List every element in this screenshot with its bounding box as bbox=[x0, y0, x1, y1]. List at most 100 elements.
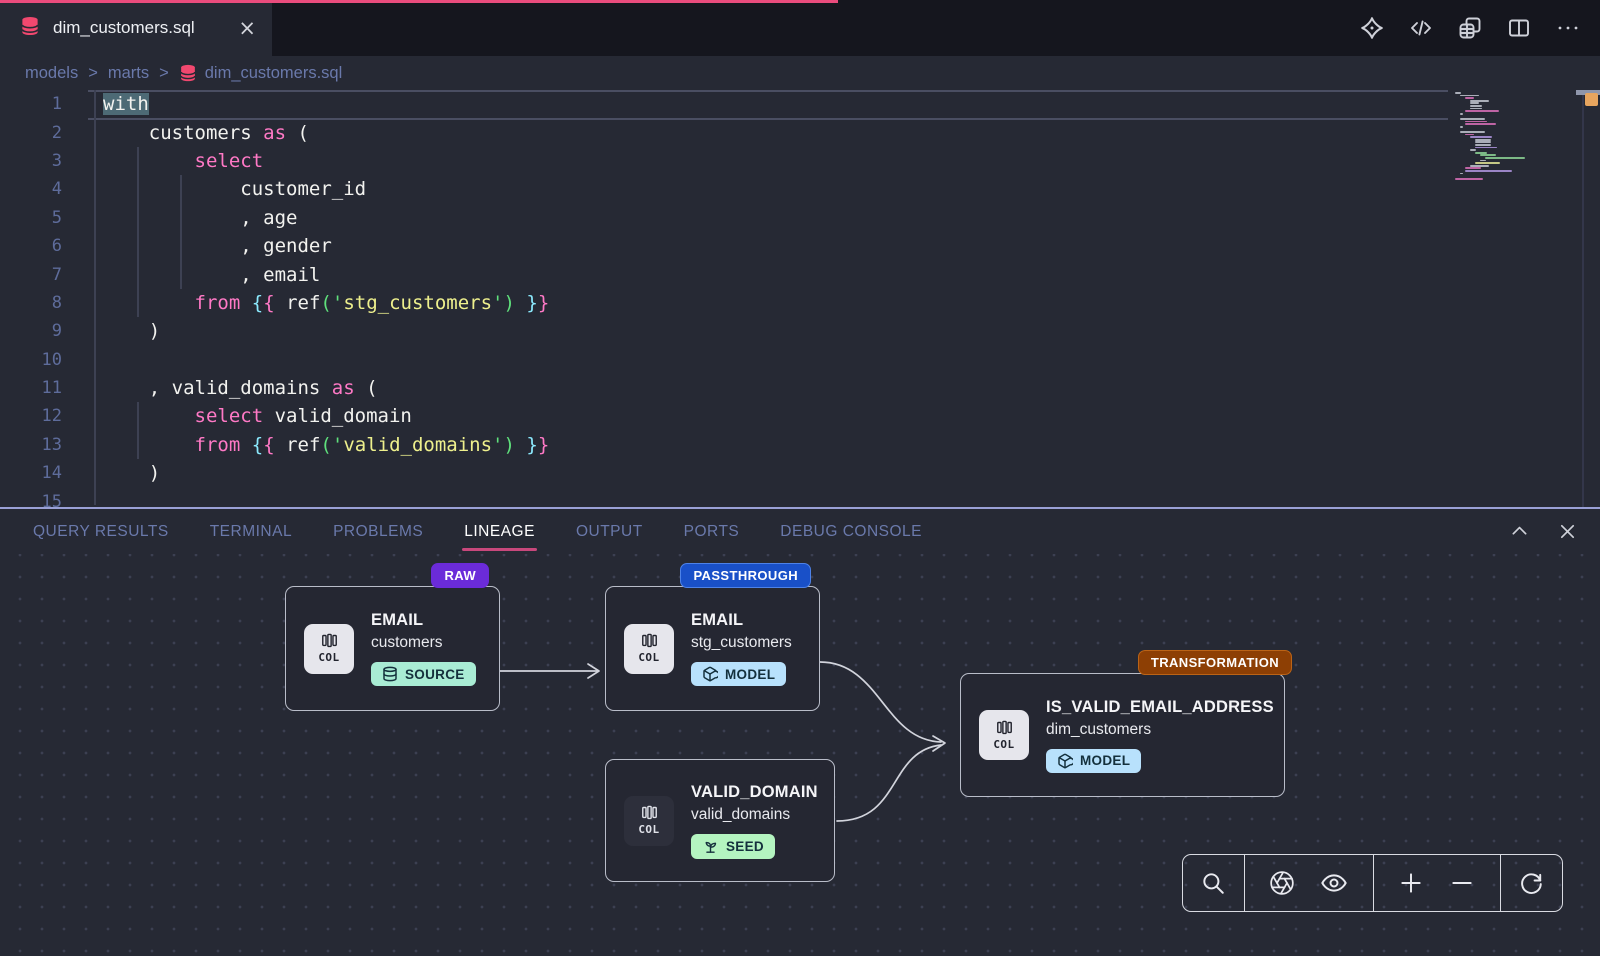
node-column-name: VALID_DOMAIN bbox=[691, 783, 818, 802]
breadcrumb-label: dim_customers.sql bbox=[205, 64, 343, 83]
line-number: 8 bbox=[0, 293, 62, 313]
resource-label: MODEL bbox=[725, 667, 775, 682]
syntax-token: as bbox=[332, 377, 355, 399]
line-content: from {{ ref('stg_customers') }} bbox=[62, 292, 549, 314]
resource-badge-model: MODEL bbox=[1046, 749, 1141, 773]
syntax-token: ' bbox=[492, 434, 503, 456]
syntax-token: ' bbox=[332, 292, 343, 314]
toolbar-group bbox=[1183, 855, 1245, 911]
plus-button[interactable] bbox=[1398, 870, 1424, 896]
line-content: select bbox=[62, 150, 263, 172]
cube-icon bbox=[1057, 753, 1073, 769]
eye-button[interactable] bbox=[1320, 869, 1348, 897]
active-tab-accent bbox=[0, 0, 838, 3]
more-icon[interactable] bbox=[1556, 16, 1580, 40]
node-model-name: stg_customers bbox=[691, 634, 792, 652]
lineage-node-stg_customers[interactable]: PASSTHROUGHCOLEMAILstg_customersMODEL bbox=[605, 586, 820, 711]
node-model-name: dim_customers bbox=[1046, 721, 1151, 739]
aperture-button[interactable] bbox=[1269, 870, 1295, 896]
code-line-10: 10 bbox=[0, 346, 1600, 374]
line-number: 9 bbox=[0, 321, 62, 341]
panel-tab-debug-console[interactable]: DEBUG CONSOLE bbox=[780, 523, 922, 541]
lineage-canvas[interactable]: RAWCOLEMAILcustomersSOURCE PASSTHROUGH COL… bbox=[0, 554, 1600, 956]
code-line-11: 11 , valid_domains as ( bbox=[0, 374, 1600, 402]
code-editor[interactable]: 1with2 customers as (3 select4 customer_… bbox=[0, 90, 1600, 507]
panel-tab-query-results[interactable]: QUERY RESULTS bbox=[33, 523, 169, 541]
cube-icon bbox=[702, 666, 718, 682]
syntax-token: from bbox=[195, 292, 241, 314]
panel-collapse-icon[interactable] bbox=[1509, 521, 1530, 542]
tab-title: dim_customers.sql bbox=[53, 18, 195, 38]
lineage-zoom-toolbar bbox=[1182, 854, 1563, 912]
node-text: EMAILstg_customersMODEL bbox=[691, 611, 792, 686]
lineage-node-customers[interactable]: RAWCOLEMAILcustomersSOURCE bbox=[285, 586, 500, 711]
breadcrumb-separator: > bbox=[159, 64, 169, 83]
line-content: with bbox=[62, 93, 149, 115]
code-line-8: 8 from {{ ref('stg_customers') }} bbox=[0, 289, 1600, 317]
code-icon[interactable] bbox=[1409, 16, 1433, 40]
panel-close-icon[interactable] bbox=[1557, 521, 1578, 542]
syntax-token: , gender bbox=[103, 235, 332, 257]
status-badge-raw: RAW bbox=[431, 563, 489, 588]
panel-tab-lineage[interactable]: LINEAGE bbox=[464, 523, 535, 541]
column-icon: COL bbox=[979, 710, 1029, 760]
col-label: COL bbox=[993, 738, 1014, 751]
toolbar-group bbox=[1374, 855, 1501, 911]
code-line-2: 2 customers as ( bbox=[0, 118, 1600, 146]
syntax-token: { bbox=[263, 434, 274, 456]
app-window: dim_customers.sql × models > marts > dim_cu… bbox=[0, 0, 1600, 956]
syntax-token: { bbox=[263, 292, 274, 314]
dbt-logo-icon[interactable] bbox=[1360, 16, 1384, 40]
breadcrumb-item-models[interactable]: models bbox=[25, 64, 78, 83]
copy-table-icon[interactable] bbox=[1458, 16, 1482, 40]
col-label: COL bbox=[318, 651, 339, 664]
line-content: customer_id bbox=[62, 178, 366, 200]
tab-bar: dim_customers.sql × bbox=[0, 0, 1600, 56]
tab-close-icon[interactable]: × bbox=[238, 18, 256, 39]
line-number: 13 bbox=[0, 435, 62, 455]
panel-tab-ports[interactable]: PORTS bbox=[684, 523, 740, 541]
breadcrumb-label: models bbox=[25, 64, 78, 83]
panel-tab-output[interactable]: OUTPUT bbox=[576, 523, 643, 541]
minus-button[interactable] bbox=[1449, 870, 1475, 896]
syntax-token: ( bbox=[355, 377, 378, 399]
edge-arrowhead bbox=[933, 736, 945, 751]
breadcrumb-label: marts bbox=[108, 64, 149, 83]
lineage-node-dim_customers[interactable]: TRANSFORMATIONCOLIS_VALID_EMAIL_ADDRESSd… bbox=[960, 673, 1285, 797]
code-line-3: 3 select bbox=[0, 147, 1600, 175]
breadcrumb-separator: > bbox=[88, 64, 98, 83]
syntax-token bbox=[103, 434, 195, 456]
lineage-node-valid_domains[interactable]: COLVALID_DOMAINvalid_domainsSEED bbox=[605, 759, 835, 882]
status-badge-passthrough: PASSTHROUGH bbox=[680, 563, 811, 588]
syntax-token bbox=[240, 292, 251, 314]
syntax-token: stg_customers bbox=[343, 292, 492, 314]
syntax-token: with bbox=[103, 93, 149, 115]
line-number: 10 bbox=[0, 350, 62, 370]
syntax-token: { bbox=[252, 434, 263, 456]
line-content: , age bbox=[62, 207, 297, 229]
code-line-1: 1with bbox=[0, 90, 1600, 118]
code-line-9: 9 ) bbox=[0, 317, 1600, 345]
refresh-button[interactable] bbox=[1518, 870, 1544, 896]
breadcrumb-item-dim_customers-sql[interactable]: dim_customers.sql bbox=[179, 64, 343, 83]
code-line-13: 13 from {{ ref('valid_domains') }} bbox=[0, 431, 1600, 459]
panel-tab-problems[interactable]: PROBLEMS bbox=[333, 523, 423, 541]
resource-badge-model: MODEL bbox=[691, 662, 786, 686]
syntax-token: { bbox=[252, 292, 263, 314]
editor-tab-dim-customers[interactable]: dim_customers.sql × bbox=[0, 0, 272, 56]
syntax-token: , valid_domains bbox=[103, 377, 332, 399]
syntax-token: customer_id bbox=[103, 178, 366, 200]
panel-tab-terminal[interactable]: TERMINAL bbox=[210, 523, 292, 541]
syntax-token bbox=[103, 292, 195, 314]
syntax-token: , email bbox=[103, 264, 320, 286]
col-label: COL bbox=[638, 823, 659, 836]
breadcrumb-item-marts[interactable]: marts bbox=[108, 64, 149, 83]
node-text: VALID_DOMAINvalid_domainsSEED bbox=[691, 783, 818, 859]
split-editor-icon[interactable] bbox=[1507, 16, 1531, 40]
syntax-token: ( bbox=[286, 122, 309, 144]
node-model-name: valid_domains bbox=[691, 806, 790, 824]
code-lines: 1with2 customers as (3 select4 customer_… bbox=[0, 90, 1600, 507]
line-content: , valid_domains as ( bbox=[62, 377, 378, 399]
search-button[interactable] bbox=[1200, 870, 1226, 896]
syntax-token: ) bbox=[103, 320, 160, 342]
